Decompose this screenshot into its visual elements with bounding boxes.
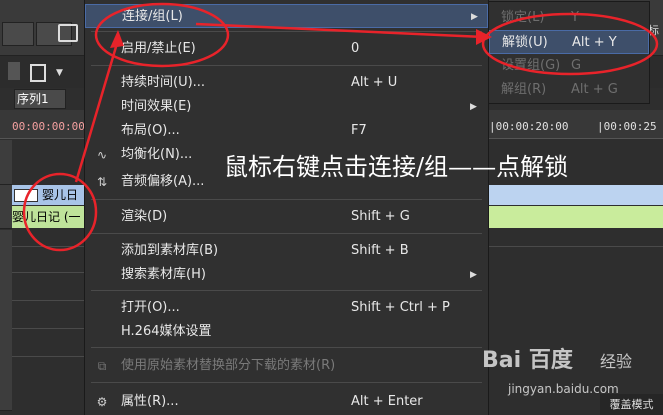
annotation-arrow-line (195, 22, 485, 39)
annotation-caption: 鼠标右键点击连接/组——点解锁 (224, 153, 569, 181)
watermark-url: jingyan.baidu.com (508, 382, 619, 396)
annotation-circle-unlock (481, 12, 659, 76)
baidu-logo: Bai 百度 (482, 348, 573, 373)
annotation-circle-clip (22, 172, 98, 252)
annotation-arrow-line (74, 39, 120, 183)
watermark: Bai 百度 经验 jingyan.baidu.com (478, 338, 660, 408)
annotation-arrowhead (110, 30, 124, 48)
watermark-brand: 经验 (600, 352, 633, 371)
